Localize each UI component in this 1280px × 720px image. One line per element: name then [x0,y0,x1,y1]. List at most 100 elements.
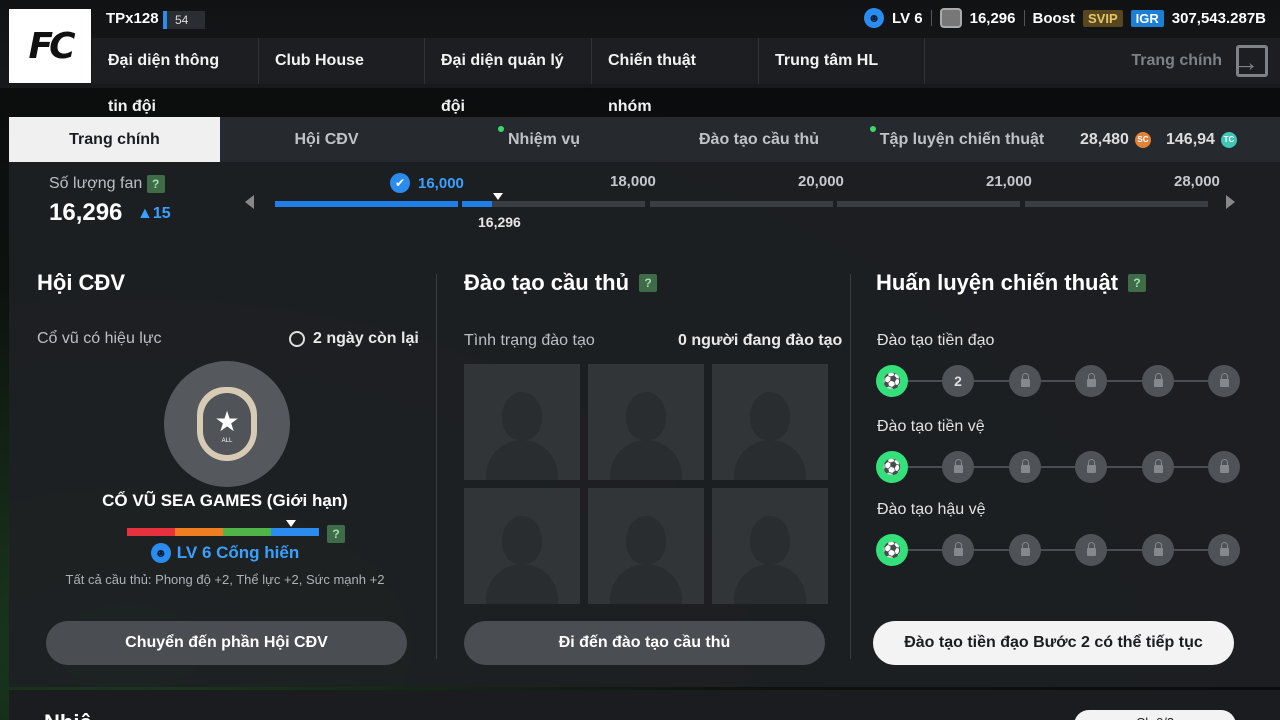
tab-label: Nhiệm vụ [507,131,580,148]
bottom-pill-button[interactable]: Ch 0/3 [1074,710,1236,720]
time-left: 2 ngày còn lại [289,330,419,348]
team-level: LV 6 [892,9,923,27]
home-label: Trang chính [1131,52,1222,69]
nav-team-info[interactable]: Đại diện thông tin đội [92,38,259,115]
forward-training-track: ⚽ 2 [876,365,1242,397]
help-icon[interactable]: ? [639,274,658,292]
lock-icon [1142,451,1174,483]
training-slot[interactable] [712,488,828,604]
svip-badge[interactable]: SVIP [1083,9,1123,27]
lock-icon [1208,534,1240,566]
fan-count: 16,296 [969,9,1016,27]
lock-icon [1142,365,1174,397]
nav-team-manager[interactable]: Đại diện quản lý đội [425,38,592,115]
defender-training-label: Đào tạo hậu vệ [877,501,986,518]
stopwatch-icon [289,331,305,347]
cheer-name: CỔ VŨ SEA GAMES (Giới hạn) [102,491,348,510]
training-status-value: 0 người đang đào tạo [678,332,843,349]
training-slot[interactable] [588,488,704,604]
top-bar: FC TPx128 54 ☻ LV 6 16,296 Boost SVIP IG… [0,0,1280,115]
segment-4 [837,201,1020,207]
bar-red [127,528,175,536]
training-status-label: Tình trạng đào tạo [464,332,595,349]
step-node[interactable]: 2 [942,365,974,397]
help-icon[interactable]: ? [1128,274,1147,292]
cheer-effects: Tất cả cầu thủ: Phong độ +2, Thể lực +2,… [65,572,385,587]
defender-training-track: ⚽ [876,534,1242,566]
nav-group-tactics[interactable]: Chiến thuật nhóm [592,38,759,115]
milestone-2: 18,000 [610,173,656,190]
training-slot[interactable] [712,364,828,480]
forward-training-label: Đào tạo tiền đạo [877,332,995,349]
sc-currency: 28,480 SC [1080,117,1151,162]
tab-label: Hội CĐV [294,131,359,148]
training-slots [464,364,828,608]
fan-count-label: Số lượng fan ? [49,175,165,193]
fan-progress-track: ✔ 16,000 18,000 20,000 21,000 28,000 16,2… [245,167,1235,237]
star-icon: ★ [214,405,240,437]
divider [930,10,932,26]
bar-blue [271,528,319,536]
main-nav: Đại diện thông tin đội Club House Đại di… [92,38,1280,115]
go-player-training-button[interactable]: Đi đến đào tạo cầu thủ [464,621,825,665]
column-divider [850,274,851,659]
tab-label: Tập luyện chiến thuật [879,131,1045,148]
nav-home[interactable]: Trang chính [1115,38,1280,85]
milestone-3: 20,000 [798,173,844,190]
tab-home[interactable]: Trang chính [9,117,220,162]
segment-1-fill [275,201,458,207]
tab-fan-club[interactable]: Hội CĐV [259,117,394,162]
lock-icon [1009,451,1041,483]
player-training-title: Đào tạo cầu thủ? [464,270,658,296]
tc-coin-icon: TC [1220,131,1237,148]
tab-tactical-training[interactable]: Tập luyện chiến thuật [867,117,1047,162]
lock-icon [1075,451,1107,483]
continue-forward-training-button[interactable]: Đào tạo tiền đạo Bước 2 có thể tiếp tục [873,621,1234,665]
sc-amount: 28,480 [1080,131,1129,148]
emblem-text: ALL [221,437,233,444]
milestone-4: 21,000 [986,173,1032,190]
fan-delta: ▲15 [137,205,171,222]
divider [1023,10,1025,26]
notification-dot [869,126,876,132]
tc-currency: 146,94 TC [1166,117,1237,162]
igr-badge[interactable]: IGR [1130,9,1164,27]
cheer-emblem[interactable]: ★ ALL [164,361,290,487]
prev-arrow-icon[interactable] [245,195,254,209]
help-icon[interactable]: ? [146,175,165,193]
go-fan-club-button[interactable]: Chuyển đến phần Hội CĐV [46,621,407,665]
nav-training-center[interactable]: Trung tâm HL [759,38,925,84]
bottom-section: Nhiệ Ch 0/3 [9,690,1280,720]
lock-icon [1075,365,1107,397]
fc-logo[interactable]: FC [9,9,91,83]
main-panel: Trang chính Hội CĐV Nhiệm vụ Đào tạo cầu… [9,117,1280,687]
currency-amount: 307,543.287B [1171,9,1266,27]
help-icon[interactable]: ? [327,525,345,543]
training-slot[interactable] [464,488,580,604]
contribution-level: ☻ LV 6 Cống hiến [49,543,401,563]
contribution-marker [286,520,296,527]
tab-player-training[interactable]: Đào tạo cầu thủ [679,117,839,162]
current-marker-value: 16,296 [478,214,521,230]
fan-icon [939,8,962,28]
smile-level-icon: ☻ [864,8,885,28]
training-slot[interactable] [464,364,580,480]
lock-icon [942,534,974,566]
shield-icon: ★ ALL [197,387,257,461]
tab-label: Đào tạo cầu thủ [698,131,819,148]
training-slot[interactable] [588,364,704,480]
current-marker [493,193,503,200]
contribution-bar [127,528,319,536]
nav-club-house[interactable]: Club House [259,38,425,84]
fan-count-value: 16,296 [49,199,123,226]
football-icon[interactable]: ⚽ [876,534,908,566]
next-arrow-icon[interactable] [1226,195,1235,209]
milestone-1: ✔ 16,000 [390,173,464,193]
football-icon[interactable]: ⚽ [876,365,908,397]
boost-label: Boost [1032,9,1076,27]
user-level-badge: 54 [163,11,205,29]
football-icon[interactable]: ⚽ [876,451,908,483]
sc-coin-icon: SC [1134,131,1151,148]
user-name: TPx128 [106,10,159,27]
tab-missions[interactable]: Nhiệm vụ [479,117,599,162]
